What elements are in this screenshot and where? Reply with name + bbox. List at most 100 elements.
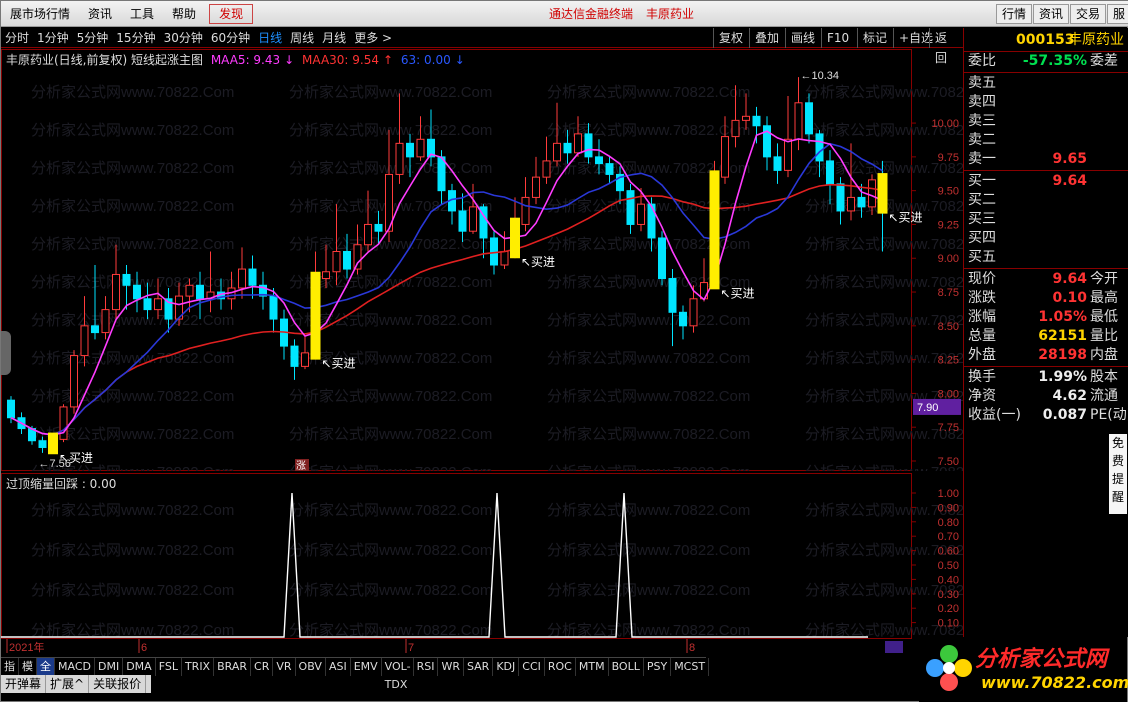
candle-body xyxy=(490,237,498,266)
indicator-tab[interactable]: KDJ xyxy=(493,657,520,676)
candle-body xyxy=(521,196,530,225)
trade-button[interactable]: 交易 xyxy=(1070,4,1107,24)
indicator-tab[interactable]: ROC xyxy=(545,657,576,676)
indicator-tab[interactable]: MCST xyxy=(671,657,710,676)
indicator-tab[interactable]: PSY xyxy=(644,657,672,676)
y-tick-label: 9.00 xyxy=(938,253,959,265)
period-tab[interactable]: 1分钟 xyxy=(33,29,73,46)
indicator-tick-label: 1.00 xyxy=(938,488,959,500)
sell-level-label: 卖三 xyxy=(968,113,996,129)
watermark-text: 分析家公式网www.70822.Com xyxy=(547,84,750,101)
watermark-text: 分析家公式网www.70822.Com xyxy=(31,350,234,367)
candlestick-chart[interactable]: 分析家公式网www.70822.Com 分析家公式网www.70822.Com 分析… xyxy=(1,49,963,471)
indicator-tab[interactable]: EMV xyxy=(351,657,382,676)
buy-signal-bar xyxy=(310,271,321,360)
back-button[interactable]: 返回 xyxy=(929,28,963,65)
sell-level: 卖五 xyxy=(964,74,1128,93)
indicator-tab[interactable]: TRIX xyxy=(182,657,215,676)
menu-help[interactable]: 帮助 xyxy=(163,1,205,27)
candle-body xyxy=(542,160,551,178)
service-button[interactable]: 服 xyxy=(1107,4,1128,24)
info-button[interactable]: 资讯 xyxy=(1033,4,1070,24)
reminder-sidebar[interactable]: 免费提醒 xyxy=(1109,434,1127,514)
stat-row-label2: 今开 xyxy=(1090,271,1118,287)
bottom-action-button[interactable]: 扩展^ xyxy=(46,675,90,693)
candle-body xyxy=(721,136,729,178)
stock-title: 丰原药业 xyxy=(646,7,695,21)
menu-news[interactable]: 资讯 xyxy=(79,1,121,27)
menu-market[interactable]: 展市场行情 xyxy=(1,1,79,27)
watermark-text: 分析家公式网www.70822.Com xyxy=(547,426,750,443)
price-stats: 现价 9.64 今开 涨跌 0.10 最高 涨幅 1.05% 最低 总量 62151 量比 外盘 2819… xyxy=(964,270,1128,365)
buy-level-label: 买四 xyxy=(968,230,996,246)
period-tab-daily[interactable]: 日线 xyxy=(254,29,286,46)
watermark-text: 分析家公式网www.70822.Com xyxy=(547,542,750,559)
candle-body xyxy=(826,160,834,185)
period-tab[interactable]: 15分钟 xyxy=(112,29,159,46)
period-tab[interactable]: 周线 xyxy=(286,29,318,46)
candle-body xyxy=(143,298,152,311)
fundamental-row-label2: PE(动) xyxy=(1090,407,1128,423)
time-label: 7 xyxy=(408,642,414,654)
stat-row: 总量 62151 量比 xyxy=(964,327,1128,346)
indicator-tab[interactable]: SAR xyxy=(464,657,494,676)
indicator-tab[interactable]: CCI xyxy=(519,657,545,676)
indicator-tab[interactable]: MTM xyxy=(576,657,609,676)
reminder-char: 醒 xyxy=(1111,490,1124,504)
quote-button[interactable]: 行情 xyxy=(996,4,1033,24)
draw-line-button[interactable]: 画线 xyxy=(785,28,820,48)
period-tab[interactable]: 30分钟 xyxy=(160,29,207,46)
indicator-tab[interactable]: VR xyxy=(273,657,296,676)
menu-tools[interactable]: 工具 xyxy=(121,1,163,27)
indicator-tab[interactable]: VOL-TDX xyxy=(382,657,414,691)
stat-row-value: 1.05% xyxy=(1038,309,1087,325)
indicator-tab[interactable]: 全部 xyxy=(37,657,55,691)
indicator-tab[interactable]: BRAR xyxy=(214,657,252,676)
indicator-tab[interactable]: DMA xyxy=(123,657,156,676)
candle-body xyxy=(605,163,614,175)
indicator-tab[interactable]: MACD xyxy=(55,657,95,676)
indicator-chart[interactable]: 分析家公式网www.70822.Com 分析家公式网www.70822.Com 分析… xyxy=(1,473,963,639)
period-tab[interactable]: 分时 xyxy=(1,29,33,46)
indicator-tab[interactable]: BOLL xyxy=(609,657,644,676)
period-tab[interactable]: 60分钟 xyxy=(207,29,254,46)
buy-level-label: 买三 xyxy=(968,211,996,227)
fundamental-row-label: 净资 xyxy=(968,388,996,404)
candle-body xyxy=(133,284,141,300)
indicator-tab[interactable]: 模板 xyxy=(19,657,37,691)
stat-row-label: 涨跌 xyxy=(968,290,996,306)
buy-level: 买四 xyxy=(964,229,1128,248)
candle-body xyxy=(595,156,603,165)
menu-discover[interactable]: 发现 xyxy=(209,3,254,24)
bottom-action-button[interactable]: 关联报价 xyxy=(89,675,147,693)
period-tab[interactable]: 5分钟 xyxy=(73,29,113,46)
app-window: 展市场行情 资讯 工具 帮助 发现 通达信金融终端 丰原药业 行情 资讯 交易 … xyxy=(0,0,1128,702)
y-tick-label: 7.50 xyxy=(938,456,959,468)
restore-rights-button[interactable]: 复权 xyxy=(713,28,748,48)
more-periods[interactable]: 更多 > xyxy=(350,29,396,46)
collapse-handle[interactable] xyxy=(1,331,11,375)
period-tab[interactable]: 月线 xyxy=(318,29,350,46)
watermark-text: 分析家公式网www.70822.Com xyxy=(289,388,492,405)
stat-row: 涨跌 0.10 最高 xyxy=(964,289,1128,308)
bottom-action-button[interactable]: 开弹幕 xyxy=(1,675,47,693)
indicator-tab[interactable]: CR xyxy=(251,657,274,676)
indicator-tab[interactable]: FSL xyxy=(156,657,182,676)
indicator-tab[interactable]: DMI xyxy=(95,657,124,676)
buy-level: 买三 xyxy=(964,210,1128,229)
y-tick-label: 8.50 xyxy=(938,321,959,333)
indicator-tab[interactable]: OBV xyxy=(296,657,326,676)
mark-button[interactable]: 标记 xyxy=(857,28,892,48)
indicator-tab[interactable]: RSI xyxy=(414,657,439,676)
indicator-tab[interactable]: ASI xyxy=(326,657,351,676)
fundamental-row-value: 4.62 xyxy=(1052,388,1087,404)
y-tick-label: 9.50 xyxy=(938,186,959,198)
indicator-tab[interactable]: 指标 xyxy=(1,657,19,691)
watermark-text: 分析家公式网www.70822.Com xyxy=(547,388,750,405)
indicator-tab[interactable]: WR xyxy=(438,657,464,676)
stat-row-value: 9.64 xyxy=(1052,271,1087,287)
reminder-char: 提 xyxy=(1111,472,1124,486)
f10-button[interactable]: F10 xyxy=(821,28,854,48)
candle-body xyxy=(196,284,204,300)
overlay-button[interactable]: 叠加 xyxy=(749,28,784,48)
